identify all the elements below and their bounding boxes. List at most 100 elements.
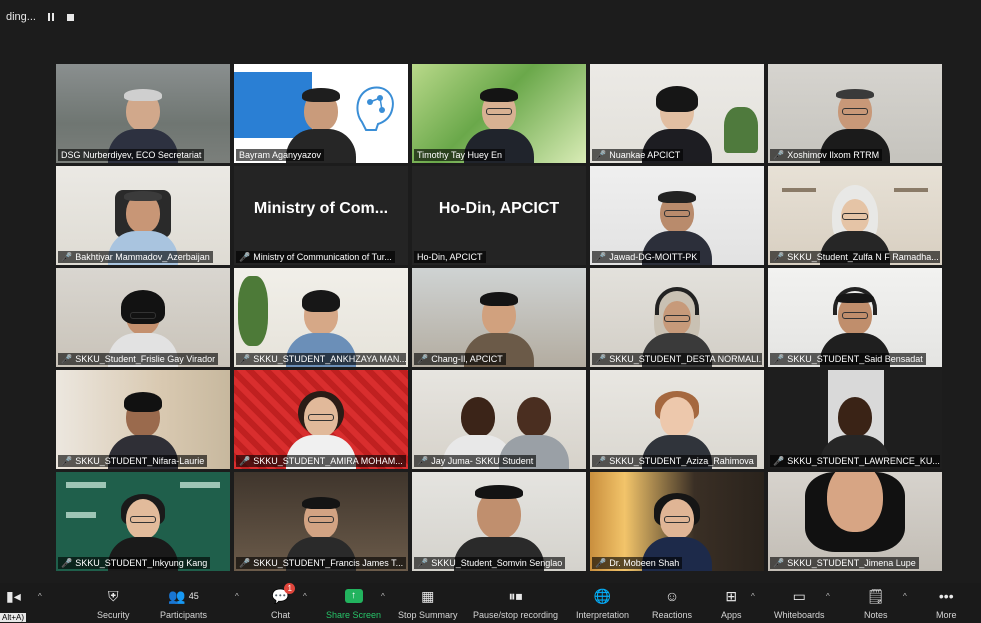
participant-name-label: 🎤 SKKU_STUDENT_Said Bensadat — [770, 353, 926, 365]
notes-button[interactable]: 🗒 Notes — [864, 587, 888, 621]
video-tile[interactable]: 🎤 Jay Juma- SKKU Student — [412, 370, 586, 469]
stop-recording-icon[interactable] — [66, 12, 76, 22]
video-tile[interactable]: 🎤 SKKU_STUDENT_Jimena Lupe — [768, 472, 942, 571]
video-tile[interactable]: 🎤 SKKU_STUDENT_Aziza_Rahimova — [590, 370, 764, 469]
more-icon: ••• — [938, 588, 954, 604]
meeting-toolbar: ▮◂ ^ Alt+A) ⛨ Security 👥 45 Participants … — [0, 583, 981, 623]
video-tile[interactable]: 🎤 SKKU_Student_Zulfa N F Ramadha... — [768, 166, 942, 265]
summary-icon: ▦ — [421, 587, 435, 604]
share-screen-button[interactable]: ↑ Share Screen — [326, 587, 381, 620]
participant-name-label: 🎤 Nuankae APCICT — [592, 149, 684, 161]
video-tile[interactable]: 🎤 Xoshimov Ilxom RTRM — [768, 64, 942, 163]
video-tile[interactable]: 🎤 Jawad-DG-MOITT-PK — [590, 166, 764, 265]
participant-name-label: 🎤 SKKU_STUDENT_Nifara-Laurie — [58, 455, 208, 467]
participant-name-label: DSG Nurberdiyev, ECO Secretariat — [58, 149, 205, 161]
microphone-icon: ▮◂ — [6, 587, 21, 604]
chat-badge: 1 — [284, 583, 296, 594]
smiley-icon: ☺ — [664, 588, 680, 604]
muted-mic-icon: 🎤 — [417, 558, 429, 568]
apps-options-caret[interactable]: ^ — [751, 592, 755, 601]
participant-name-label: 🎤 Chang-Il, APCICT — [414, 353, 506, 365]
video-tile[interactable]: 🎤 SKKU_Student_Frislie Gay Virador — [56, 268, 230, 367]
participant-name-label: 🎤 SKKU_STUDENT_ANKHZAYA MAN... — [236, 353, 406, 365]
video-tile[interactable]: 🎤 Bakhtiyar Mammadov_Azerbaijan — [56, 166, 230, 265]
security-button[interactable]: ⛨ Security — [97, 587, 130, 621]
muted-mic-icon: 🎤 — [239, 558, 251, 568]
video-tile[interactable]: Timothy Tay Huey En — [412, 64, 586, 163]
video-tile[interactable]: 🎤 Dr. Mobeen Shah — [590, 472, 764, 571]
pause-stop-icon: ⏸⏹ — [508, 587, 523, 604]
notes-icon: 🗒 — [866, 587, 885, 604]
interpretation-button[interactable]: 🌐 Interpretation — [576, 587, 629, 621]
recording-label: ding... — [6, 11, 36, 23]
whiteboard-icon: ▭ — [792, 587, 806, 604]
stop-summary-button[interactable]: ▦ Stop Summary — [398, 587, 458, 621]
participant-name-label: 🎤 SKKU_STUDENT_LAWRENCE_KU... — [770, 455, 940, 467]
notes-options-caret[interactable]: ^ — [903, 592, 907, 601]
ai-brain-icon — [356, 86, 394, 131]
video-tile[interactable]: DSG Nurberdiyev, ECO Secretariat — [56, 64, 230, 163]
muted-mic-icon: 🎤 — [595, 456, 607, 466]
share-options-caret[interactable]: ^ — [381, 592, 385, 601]
participant-name-label: 🎤 Ministry of Communication of Tur... — [236, 251, 395, 263]
shortcut-hint: Alt+A) — [0, 613, 27, 622]
whiteboards-options-caret[interactable]: ^ — [826, 592, 830, 601]
participant-name-label: 🎤 SKKU_STUDENT_Jimena Lupe — [770, 557, 919, 569]
gallery-view: DSG Nurberdiyev, ECO Secretariat Bayram … — [56, 64, 942, 571]
share-screen-icon: ↑ — [344, 589, 363, 603]
participant-name-label: 🎤 SKKU_Student_Somvin Senglao — [414, 557, 566, 569]
muted-mic-icon: 🎤 — [417, 354, 429, 364]
participant-name-label: 🎤 Dr. Mobeen Shah — [592, 557, 683, 569]
participant-name-label: 🎤 Xoshimov Ilxom RTRM — [770, 149, 883, 161]
video-tile[interactable]: 🎤 SKKU_STUDENT_DESTA NORMALI... — [590, 268, 764, 367]
muted-mic-icon: 🎤 — [773, 558, 785, 568]
video-tile[interactable]: 🎤 Chang-Il, APCICT — [412, 268, 586, 367]
muted-mic-icon: 🎤 — [61, 558, 73, 568]
audio-control[interactable]: ▮◂ — [6, 587, 21, 605]
muted-mic-icon: 🎤 — [239, 354, 251, 364]
apps-icon: ⊞ — [725, 587, 738, 604]
audio-options-caret[interactable]: ^ — [38, 592, 42, 601]
video-tile[interactable]: 🎤 SKKU_STUDENT_Francis James T... — [234, 472, 408, 571]
participant-display-name: Ho-Din, APCICT — [438, 200, 560, 217]
participant-name-label: 🎤 SKKU_STUDENT_DESTA NORMALI... — [592, 353, 762, 365]
video-tile[interactable]: 🎤 SKKU_Student_Somvin Senglao — [412, 472, 586, 571]
muted-mic-icon: 🎤 — [61, 354, 73, 364]
chat-button[interactable]: 💬 1 Chat — [271, 583, 296, 620]
video-tile[interactable]: 🎤 SKKU_STUDENT_ANKHZAYA MAN... — [234, 268, 408, 367]
video-tile[interactable]: 🎤 SKKU_STUDENT_Nifara-Laurie — [56, 370, 230, 469]
apps-button[interactable]: ⊞ Apps — [721, 587, 742, 621]
participant-name-label: Timothy Tay Huey En — [414, 149, 506, 161]
muted-mic-icon: 🎤 — [773, 456, 785, 466]
more-button[interactable]: ••• More — [936, 587, 957, 620]
chat-options-caret[interactable]: ^ — [303, 592, 307, 601]
muted-mic-icon: 🎤 — [773, 354, 785, 364]
video-tile[interactable]: 🎤 Nuankae APCICT — [590, 64, 764, 163]
video-tile[interactable]: 🎤 SKKU_STUDENT_Inkyung Kang — [56, 472, 230, 571]
globe-icon: 🌐 — [593, 587, 612, 604]
participants-options-caret[interactable]: ^ — [235, 592, 239, 601]
participant-name-label: 🎤 SKKU_Student_Frislie Gay Virador — [58, 353, 219, 365]
video-tile[interactable]: 🎤 SKKU_STUDENT_AMIRA MOHAM... — [234, 370, 408, 469]
video-tile[interactable]: 🎤 SKKU_STUDENT_Said Bensadat — [768, 268, 942, 367]
video-tile-camera-off[interactable]: Ho-Din, APCICT Ho-Din, APCICT — [412, 166, 586, 265]
muted-mic-icon: 🎤 — [595, 150, 607, 160]
video-tile-active-speaker[interactable]: Bayram Aganyyazov — [234, 64, 408, 163]
participant-name-label: 🎤 SKKU_STUDENT_Francis James T... — [236, 557, 406, 569]
pause-recording-icon[interactable] — [46, 12, 56, 22]
chat-icon: 💬 1 — [272, 583, 296, 605]
reactions-button[interactable]: ☺ Reactions — [652, 587, 692, 620]
participant-name-label: Ho-Din, APCICT — [414, 251, 486, 263]
participant-name-label: Bayram Aganyyazov — [236, 149, 325, 161]
muted-mic-icon: 🎤 — [61, 252, 73, 262]
muted-mic-icon: 🎤 — [595, 354, 607, 364]
video-tile[interactable]: 🎤 SKKU_STUDENT_LAWRENCE_KU... — [768, 370, 942, 469]
participant-name-label: 🎤 SKKU_STUDENT_Inkyung Kang — [58, 557, 211, 569]
top-bar: ding... — [0, 0, 981, 46]
video-tile-camera-off[interactable]: Ministry of Com... 🎤 Ministry of Communic… — [234, 166, 408, 265]
participants-count: 45 — [188, 591, 199, 601]
whiteboards-button[interactable]: ▭ Whiteboards — [774, 587, 825, 621]
participants-button[interactable]: 👥 45 Participants — [160, 587, 207, 621]
muted-mic-icon: 🎤 — [595, 252, 607, 262]
pause-stop-recording-button[interactable]: ⏸⏹ Pause/stop recording — [473, 587, 558, 621]
